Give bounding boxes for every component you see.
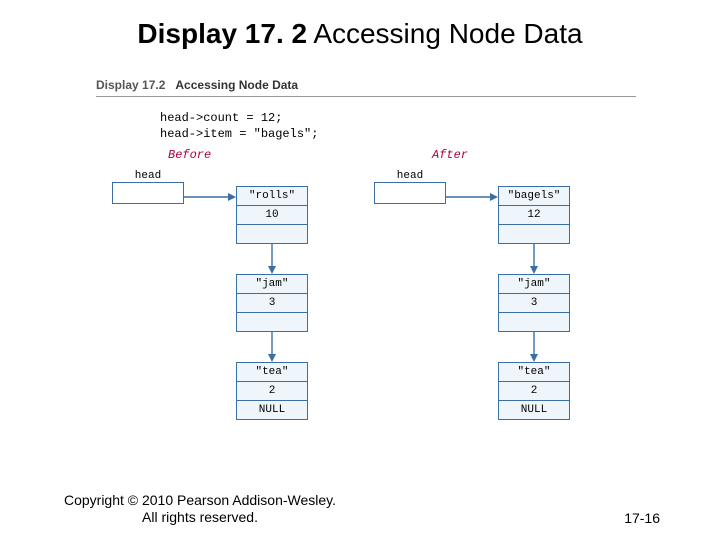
node-link: NULL <box>236 401 308 420</box>
node-count: 3 <box>236 294 308 313</box>
figure-header: Display 17.2 Accessing Node Data <box>96 78 636 97</box>
node-link <box>236 225 308 244</box>
title-bold: Display 17. 2 <box>137 18 307 49</box>
node-item: "tea" <box>236 362 308 382</box>
after-label: After <box>432 148 468 162</box>
figure-panel: Display 17.2 Accessing Node Data head->c… <box>96 78 636 468</box>
node-link <box>498 313 570 332</box>
node-link <box>236 313 308 332</box>
after-node-3: "tea" 2 NULL <box>498 362 570 420</box>
node-link <box>498 225 570 244</box>
before-node-1: "rolls" 10 <box>236 186 308 244</box>
head-pointer-box <box>112 182 184 204</box>
code-line: head->item = "bagels"; <box>160 127 636 143</box>
code-block: head->count = 12; head->item = "bagels"; <box>160 111 636 142</box>
before-node-2: "jam" 3 <box>236 274 308 332</box>
node-item: "bagels" <box>498 186 570 206</box>
node-count: 3 <box>498 294 570 313</box>
page-number: 17-16 <box>624 510 660 526</box>
copyright-text: Copyright © 2010 Pearson Addison-Wesley.… <box>60 492 340 526</box>
slide-footer: Copyright © 2010 Pearson Addison-Wesley.… <box>60 492 660 526</box>
node-item: "jam" <box>236 274 308 294</box>
title-rest: Accessing Node Data <box>307 18 583 49</box>
node-link: NULL <box>498 401 570 420</box>
node-item: "rolls" <box>236 186 308 206</box>
head-label: head <box>374 170 446 182</box>
figure-display-id: Display 17.2 <box>96 78 165 92</box>
before-node-3: "tea" 2 NULL <box>236 362 308 420</box>
node-item: "tea" <box>498 362 570 382</box>
figure-caption: Accessing Node Data <box>175 78 298 92</box>
node-count: 2 <box>498 382 570 401</box>
slide-title: Display 17. 2 Accessing Node Data <box>0 18 720 50</box>
node-count: 10 <box>236 206 308 225</box>
before-label: Before <box>168 148 211 162</box>
after-node-1: "bagels" 12 <box>498 186 570 244</box>
node-count: 12 <box>498 206 570 225</box>
node-count: 2 <box>236 382 308 401</box>
head-label: head <box>112 170 184 182</box>
code-line: head->count = 12; <box>160 111 636 127</box>
node-item: "jam" <box>498 274 570 294</box>
linked-list-diagrams: head "rolls" 10 "jam" 3 "tea" 2 NULL <box>96 168 636 468</box>
head-pointer-box <box>374 182 446 204</box>
after-node-2: "jam" 3 <box>498 274 570 332</box>
